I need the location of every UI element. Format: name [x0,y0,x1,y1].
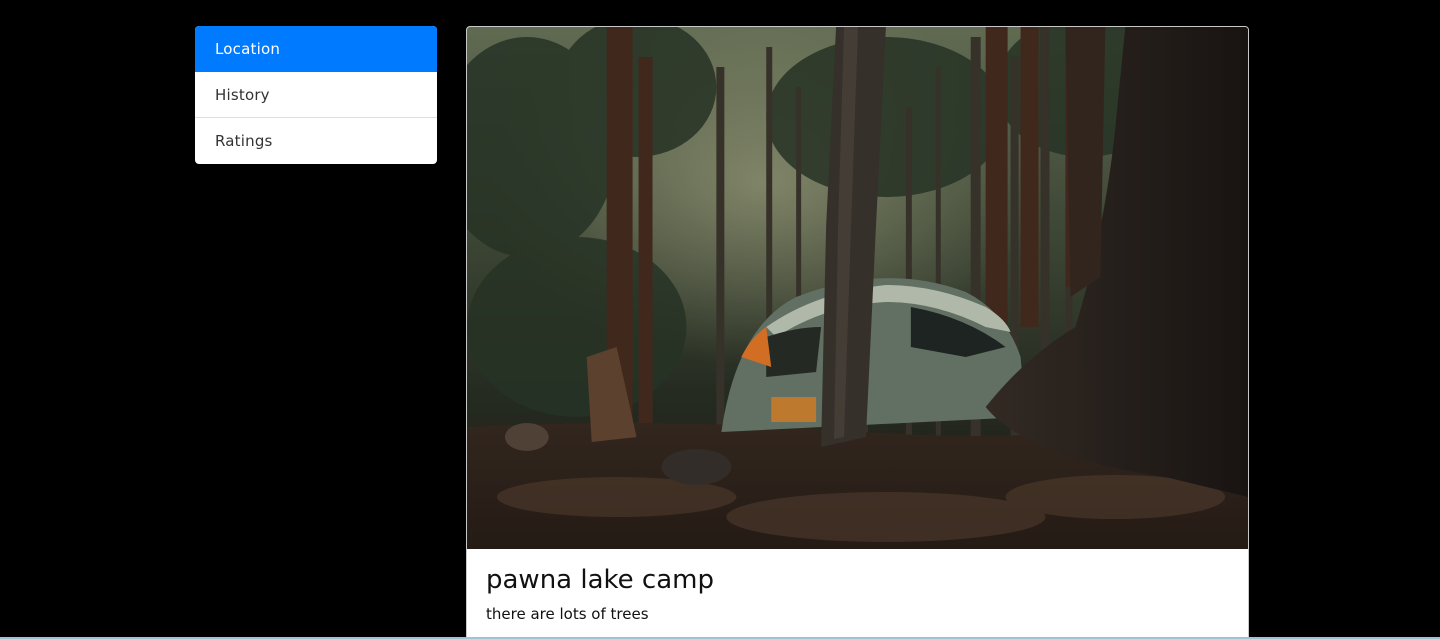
sidebar-list: Location History Ratings [195,26,437,164]
card-body: pawna lake camp there are lots of trees [467,549,1248,639]
card-title: pawna lake camp [486,565,714,595]
camp-card: pawna lake camp there are lots of trees [466,26,1249,639]
sidebar-item-ratings[interactable]: Ratings [195,118,437,164]
sidebar-item-history[interactable]: History [195,72,437,118]
page: Location History Ratings pawna lake camp… [0,0,1440,639]
card-text: there are lots of trees [486,605,649,623]
card-image-tent-forest [467,27,1248,549]
sidebar-item-location[interactable]: Location [195,26,437,72]
